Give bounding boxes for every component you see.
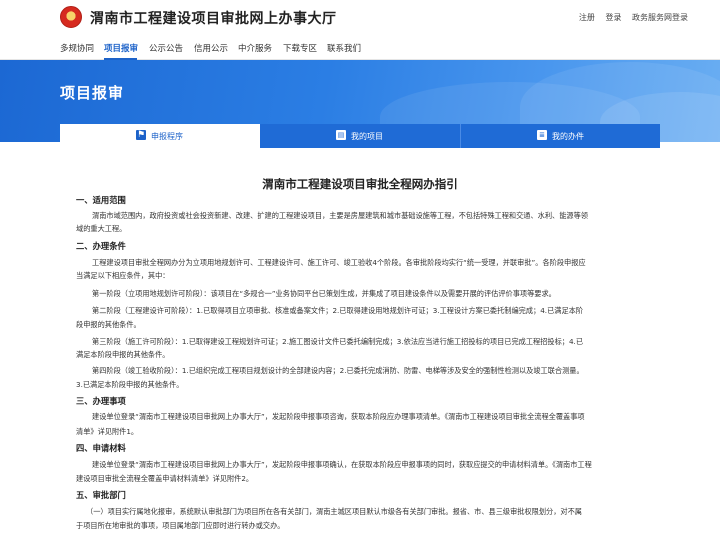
nav-item-announcements[interactable]: 公示公告 bbox=[149, 42, 183, 54]
paragraph-line: 于项目所在地审批的事项，项目属地部门应即时进行转办或交办。 bbox=[76, 521, 285, 530]
login-link[interactable]: 登录 bbox=[605, 13, 621, 22]
section-heading: 五、审批部门 bbox=[76, 490, 126, 500]
paragraph-line: 段申报的其他条件。 bbox=[76, 320, 141, 329]
id-card-icon: ▤ bbox=[336, 130, 346, 140]
tab-my-projects[interactable]: ▤ 我的项目 bbox=[260, 124, 460, 148]
section-heading: 一、适用范围 bbox=[76, 195, 126, 205]
paragraph-line: 域的重大工程。 bbox=[76, 224, 127, 233]
section-heading: 二、办理条件 bbox=[76, 241, 126, 251]
tab-label: 我的项目 bbox=[351, 132, 383, 141]
register-link[interactable]: 注册 bbox=[579, 13, 595, 22]
main-nav: 多规协同 项目报审 公示公告 信用公示 中介服务 下载专区 联系我们 bbox=[0, 38, 720, 60]
nav-item-project-review[interactable]: 项目报审 bbox=[104, 42, 138, 54]
page-title: 项目报审 bbox=[60, 84, 125, 102]
paragraph-line: 当满足以下相应条件，其中： bbox=[76, 271, 170, 280]
national-emblem-logo bbox=[60, 6, 82, 28]
document-title: 渭南市工程建设项目审批全程网办指引 bbox=[262, 177, 458, 191]
paragraph-line: 建设项目审批全流程全覆盖申请材料清单》详见附件2。 bbox=[76, 474, 254, 483]
nav-item-contact[interactable]: 联系我们 bbox=[327, 42, 361, 54]
tab-application-procedure[interactable]: ⚑ 申报程序 bbox=[60, 124, 260, 148]
paragraph-line: 3.已满足本阶段申报的其他条件。 bbox=[76, 380, 184, 389]
paragraph-line: 清单》详见附件1。 bbox=[76, 427, 139, 436]
paragraph-line: 第二阶段（工程建设许可阶段）：1.已取得项目立项审批、核准或备案文件；2.已取得… bbox=[92, 306, 584, 315]
document-icon: ≣ bbox=[537, 130, 547, 140]
top-header: 渭南市工程建设项目审批网上办事大厅 注册 登录 政务服务网登录 bbox=[0, 0, 720, 38]
nav-item-multi-plan[interactable]: 多规协同 bbox=[60, 42, 94, 54]
paragraph-line: 工程建设项目审批全程网办分为立项用地规划许可、工程建设许可、施工许可、竣工验收4… bbox=[92, 258, 586, 267]
gov-service-login-link[interactable]: 政务服务网登录 bbox=[632, 13, 688, 22]
site-title: 渭南市工程建设项目审批网上办事大厅 bbox=[90, 11, 337, 27]
top-links: 注册 登录 政务服务网登录 bbox=[571, 12, 688, 23]
section-heading: 三、办理事项 bbox=[76, 396, 126, 406]
flag-icon: ⚑ bbox=[136, 130, 146, 140]
tab-my-cases[interactable]: ≣ 我的办件 bbox=[460, 124, 660, 148]
paragraph-line: 第一阶段（立项用地规划许可阶段）：该项目在“多规合一”业务协同平台已策划生成，并… bbox=[92, 289, 556, 298]
paragraph-line: 建设单位登录“渭南市工程建设项目审批网上办事大厅”，发起阶段申报事项确认，在获取… bbox=[92, 460, 592, 469]
nav-item-intermediary[interactable]: 中介服务 bbox=[238, 42, 272, 54]
tab-bar: ⚑ 申报程序 ▤ 我的项目 ≣ 我的办件 bbox=[60, 124, 660, 148]
nav-item-credit[interactable]: 信用公示 bbox=[194, 42, 228, 54]
paragraph-line: 渭南市域范围内，政府投资或社会投资新建、改建、扩建的工程建设项目，主要是房屋建筑… bbox=[92, 211, 588, 220]
tab-label: 申报程序 bbox=[151, 132, 183, 141]
paragraph-line: 第三阶段（施工许可阶段）：1.已取得建设工程规划许可证；2.施工图设计文件已委托… bbox=[92, 337, 584, 346]
paragraph-line: 建设单位登录“渭南市工程建设项目审批网上办事大厅”，发起阶段申报事项咨询，获取本… bbox=[92, 412, 585, 421]
paragraph-line: 满足本阶段申报的其他条件。 bbox=[76, 350, 170, 359]
paragraph-line: 第四阶段（竣工验收阶段）：1.已组织完成工程项目规划设计的全部建设内容；2.已委… bbox=[92, 366, 584, 375]
section-heading: 四、申请材料 bbox=[76, 443, 126, 453]
paragraph-line: （一）项目实行属地化报审，系统默认审批部门为项目所在各有关部门，渭南主城区项目默… bbox=[86, 507, 582, 516]
tab-label: 我的办件 bbox=[552, 132, 584, 141]
guide-content: 渭南市工程建设项目审批全程网办指引 一、适用范围 渭南市域范围内，政府投资或社会… bbox=[60, 148, 660, 540]
nav-item-downloads[interactable]: 下载专区 bbox=[283, 42, 317, 54]
